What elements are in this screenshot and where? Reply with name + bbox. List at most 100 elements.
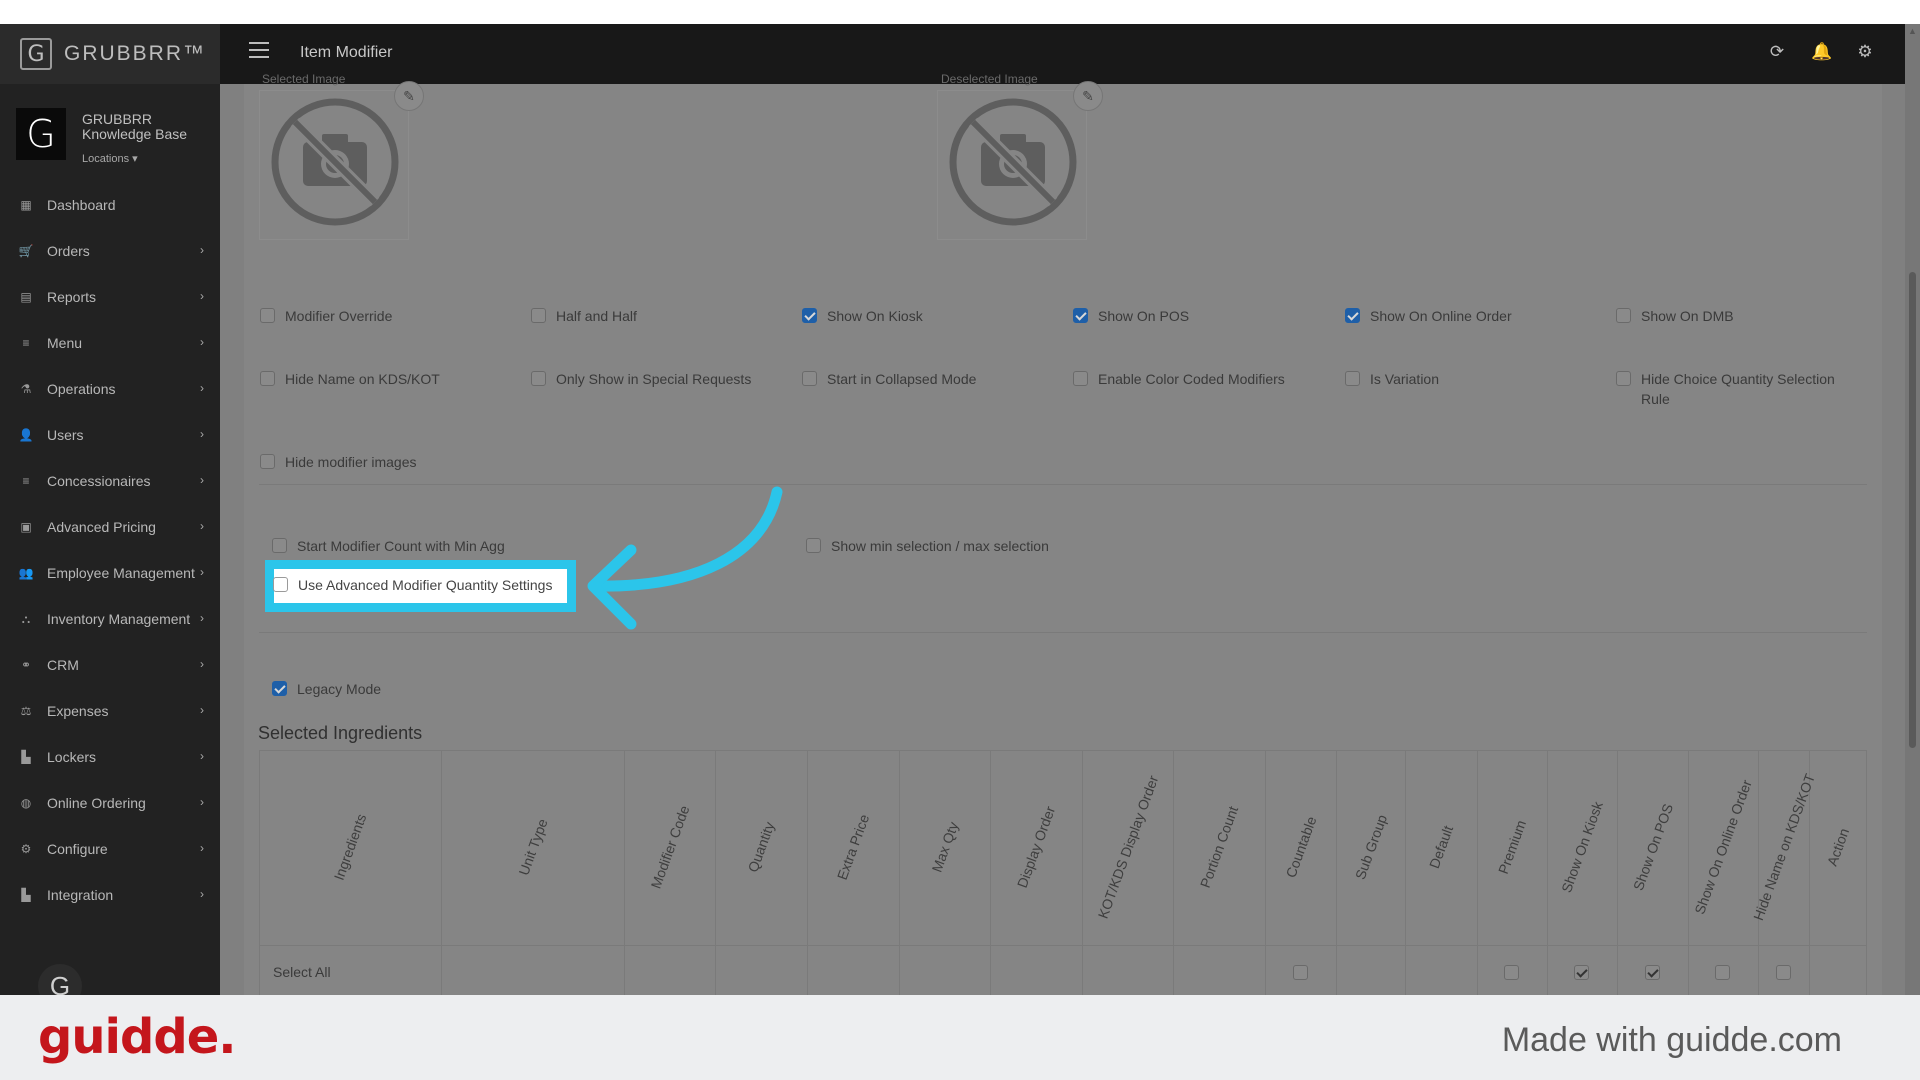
sidebar-item-crm[interactable]: ⚭ CRM › xyxy=(0,642,220,688)
table-gridline xyxy=(259,945,1866,946)
is-variation-checkbox[interactable]: Is Variation xyxy=(1345,369,1595,389)
sidebar-item-concessionaires[interactable]: ≡ Concessionaires › xyxy=(0,458,220,504)
checkbox-box[interactable] xyxy=(260,371,275,386)
select-all-hide-name-on-kds-kot-checkbox[interactable] xyxy=(1776,965,1791,980)
checkbox-box[interactable] xyxy=(531,308,546,323)
show-min-selection-max-selection-checkbox[interactable]: Show min selection / max selection xyxy=(806,536,1126,556)
column-header-quantity[interactable]: Quantity xyxy=(715,750,807,945)
start-modifier-count-with-min-agg-checkbox[interactable]: Start Modifier Count with Min Agg xyxy=(272,536,592,556)
checkbox-box[interactable] xyxy=(272,681,287,696)
checkbox-box[interactable] xyxy=(260,308,275,323)
hamburger-menu-icon[interactable] xyxy=(249,42,269,58)
users-icon: 👤 xyxy=(18,428,34,442)
select-all-premium-checkbox[interactable] xyxy=(1504,965,1519,980)
bell-icon[interactable]: 🔔 xyxy=(1811,42,1832,62)
sidebar-item-dashboard[interactable]: ▦ Dashboard xyxy=(0,182,220,228)
checkbox-box[interactable] xyxy=(1345,371,1360,386)
sidebar-item-reports[interactable]: ▤ Reports › xyxy=(0,274,220,320)
select-all-show-on-kiosk-checkbox[interactable] xyxy=(1574,965,1589,980)
sidebar-item-configure[interactable]: ⚙ Configure › xyxy=(0,826,220,872)
column-header-default[interactable]: Default xyxy=(1405,750,1477,945)
column-header-max-qty[interactable]: Max Qty xyxy=(899,750,990,945)
sidebar-item-operations[interactable]: ⚗ Operations › xyxy=(0,366,220,412)
sidebar-item-menu[interactable]: ≡ Menu › xyxy=(0,320,220,366)
edit-deselected-image-button[interactable]: ✎ xyxy=(1073,81,1103,111)
column-header-modifier-code[interactable]: Modifier Code xyxy=(624,750,715,945)
sidebar-item-label: Reports xyxy=(47,289,97,305)
column-header-label: Portion Count xyxy=(1196,804,1242,890)
show-on-pos-checkbox[interactable]: Show On POS xyxy=(1073,306,1323,326)
chevron-right-icon: › xyxy=(200,427,204,441)
column-header-sub-group[interactable]: Sub Group xyxy=(1336,750,1405,945)
profile-name: GRUBBRR Knowledge Base xyxy=(82,111,188,142)
scrollbar[interactable]: ▲ xyxy=(1905,24,1920,995)
column-header-ingredients[interactable]: Ingredients xyxy=(259,750,441,945)
sidebar-item-expenses[interactable]: ⚖ Expenses › xyxy=(0,688,220,734)
edit-selected-image-button[interactable]: ✎ xyxy=(394,81,424,111)
column-header-label: Show On POS xyxy=(1629,801,1676,893)
concessionaires-icon: ≡ xyxy=(22,474,30,488)
checkbox-box[interactable] xyxy=(273,577,288,592)
select-all-countable-checkbox[interactable] xyxy=(1293,965,1308,980)
column-header-premium[interactable]: Premium xyxy=(1477,750,1547,945)
half-and-half-checkbox[interactable]: Half and Half xyxy=(531,306,781,326)
legacy-mode-checkbox[interactable]: Legacy Mode xyxy=(272,679,381,699)
checkbox-box[interactable] xyxy=(1616,371,1631,386)
column-header-show-on-pos[interactable]: Show On POS xyxy=(1617,750,1688,945)
checkbox-box[interactable] xyxy=(272,538,287,553)
show-on-kiosk-checkbox[interactable]: Show On Kiosk xyxy=(802,306,1052,326)
enable-color-coded-modifiers-checkbox[interactable]: Enable Color Coded Modifiers xyxy=(1073,369,1323,389)
show-on-online-order-checkbox[interactable]: Show On Online Order xyxy=(1345,306,1595,326)
column-header-show-on-kiosk[interactable]: Show On Kiosk xyxy=(1547,750,1617,945)
no-image-icon xyxy=(271,98,399,226)
sidebar-item-users[interactable]: 👤 Users › xyxy=(0,412,220,458)
sidebar-nav: ▦ Dashboard 🛒 Orders › ▤ Reports › ≡ Menu › ⚗ Operat… xyxy=(0,182,220,918)
column-header-display-order[interactable]: Display Order xyxy=(990,750,1082,945)
select-all-show-on-online-order-checkbox[interactable] xyxy=(1715,965,1730,980)
gear-icon[interactable]: ⚙ xyxy=(1855,42,1875,62)
column-header-show-on-online-order[interactable]: Show On Online Order xyxy=(1688,750,1758,945)
checkbox-box[interactable] xyxy=(1073,308,1088,323)
modifier-override-checkbox[interactable]: Modifier Override xyxy=(260,306,510,326)
sidebar-item-inventory-management[interactable]: ⛬ Inventory Management › xyxy=(0,596,220,642)
hide-choice-quantity-selection-rule-checkbox[interactable]: Hide Choice Quantity Selection Rule xyxy=(1616,369,1866,409)
checkbox-box[interactable] xyxy=(802,308,817,323)
avatar[interactable]: G xyxy=(38,964,82,995)
dashboard-icon: ▦ xyxy=(20,198,32,212)
column-header-action[interactable]: Action xyxy=(1809,750,1866,945)
column-header-hide-name-on-kds-kot[interactable]: Hide Name on KDS/KOT xyxy=(1750,750,1818,945)
column-header-kot-kds-display-order[interactable]: KOT/KDS Display Order xyxy=(1082,750,1173,945)
column-header-unit-type[interactable]: Unit Type xyxy=(441,750,624,945)
checkbox-box[interactable] xyxy=(1616,308,1631,323)
locations-dropdown[interactable]: Locations ▾ xyxy=(82,152,138,165)
advanced-modifier-quantity-checkbox[interactable]: Use Advanced Modifier Quantity Settings xyxy=(273,575,552,595)
column-header-countable[interactable]: Countable xyxy=(1265,750,1336,945)
sidebar-item-advanced-pricing[interactable]: ▣ Advanced Pricing › xyxy=(0,504,220,550)
sidebar-item-online-ordering[interactable]: ◍ Online Ordering › xyxy=(0,780,220,826)
hide-name-on-kds-kot-checkbox[interactable]: Hide Name on KDS/KOT xyxy=(260,369,510,389)
sidebar-item-employee-management[interactable]: 👥 Employee Management › xyxy=(0,550,220,596)
checkbox-box[interactable] xyxy=(1073,371,1088,386)
checkbox-box[interactable] xyxy=(260,454,275,469)
checkbox-box[interactable] xyxy=(806,538,821,553)
checkbox-box[interactable] xyxy=(802,371,817,386)
checkbox-box[interactable] xyxy=(1345,308,1360,323)
only-show-in-special-requests-checkbox[interactable]: Only Show in Special Requests xyxy=(531,369,781,389)
select-all-show-on-pos-checkbox[interactable] xyxy=(1645,965,1660,980)
refresh-icon[interactable]: ⟳ xyxy=(1767,42,1787,62)
sidebar-item-orders[interactable]: 🛒 Orders › xyxy=(0,228,220,274)
column-header-portion-count[interactable]: Portion Count xyxy=(1173,750,1265,945)
sidebar-item-label: Users xyxy=(47,427,84,443)
deselected-image-box[interactable] xyxy=(937,90,1087,240)
hide-modifier-images-checkbox[interactable]: Hide modifier images xyxy=(260,452,510,472)
sidebar-item-integration[interactable]: ▙ Integration › xyxy=(0,872,220,918)
brand[interactable]: G GRUBBRR™ xyxy=(0,24,220,84)
scroll-up-arrow-icon[interactable]: ▲ xyxy=(1908,26,1917,36)
scroll-thumb[interactable] xyxy=(1909,272,1916,748)
start-in-collapsed-mode-checkbox[interactable]: Start in Collapsed Mode xyxy=(802,369,1052,389)
sidebar-item-lockers[interactable]: ▙ Lockers › xyxy=(0,734,220,780)
selected-image-box[interactable] xyxy=(259,90,409,240)
checkbox-box[interactable] xyxy=(531,371,546,386)
column-header-extra-price[interactable]: Extra Price xyxy=(807,750,899,945)
show-on-dmb-checkbox[interactable]: Show On DMB xyxy=(1616,306,1866,326)
